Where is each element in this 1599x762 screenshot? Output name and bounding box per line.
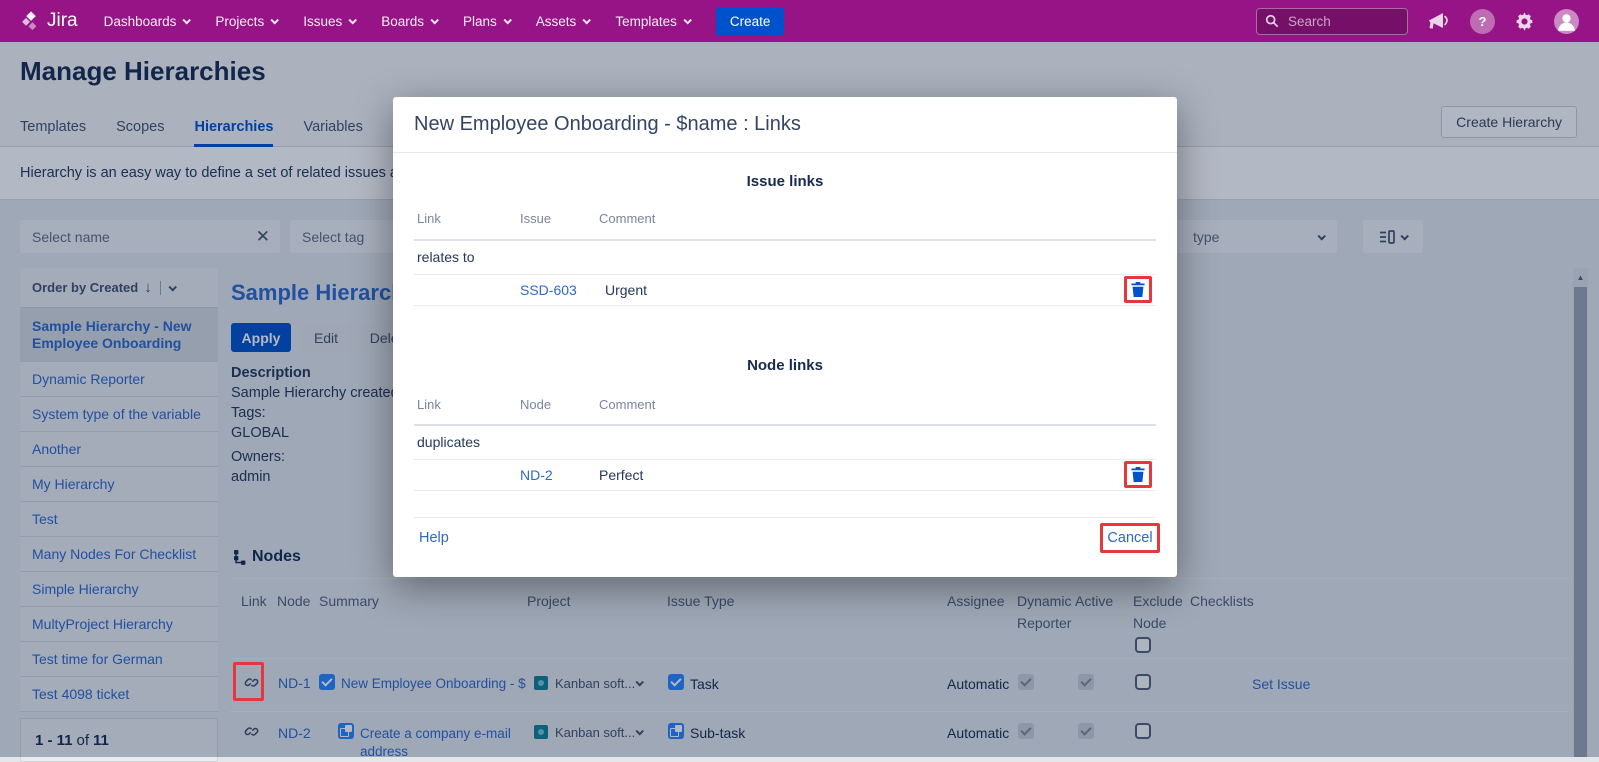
chevron-down-icon bbox=[503, 16, 511, 24]
nav-menu-issues[interactable]: Issues bbox=[303, 14, 355, 29]
top-navbar: Jira Dashboards Projects Issues Boards P… bbox=[0, 0, 1599, 42]
nav-menu-label: Issues bbox=[303, 14, 342, 29]
nav-menu-label: Projects bbox=[215, 14, 264, 29]
nav-menu-label: Boards bbox=[381, 14, 424, 29]
search-icon bbox=[1265, 14, 1279, 28]
delete-node-link-button[interactable] bbox=[1124, 461, 1152, 488]
cancel-link[interactable]: Cancel bbox=[1107, 530, 1152, 546]
jira-logo[interactable]: Jira bbox=[20, 10, 78, 32]
chevron-down-icon bbox=[583, 16, 591, 24]
chevron-down-icon bbox=[349, 16, 357, 24]
issue-comment: Urgent bbox=[605, 282, 647, 298]
col-header-issue: Issue bbox=[520, 211, 551, 226]
jira-logo-label: Jira bbox=[47, 10, 78, 32]
annotation-box-link-icon bbox=[233, 662, 264, 701]
col-header-link: Link bbox=[417, 397, 441, 412]
help-question-glyph: ? bbox=[1479, 14, 1487, 29]
nav-menu-label: Templates bbox=[615, 14, 677, 29]
nav-menu-label: Plans bbox=[463, 14, 497, 29]
col-header-node: Node bbox=[520, 397, 551, 412]
issue-key-link[interactable]: SSD-603 bbox=[520, 282, 577, 298]
settings-gear-icon[interactable] bbox=[1514, 11, 1535, 32]
node-key-link[interactable]: ND-2 bbox=[520, 467, 553, 483]
chevron-down-icon bbox=[271, 16, 279, 24]
annotation-box-cancel: Cancel bbox=[1100, 523, 1160, 553]
node-links-title: Node links bbox=[393, 357, 1177, 374]
announcements-icon[interactable] bbox=[1427, 11, 1451, 32]
divider bbox=[414, 274, 1156, 275]
user-avatar[interactable] bbox=[1554, 9, 1579, 34]
nav-menu-dashboards[interactable]: Dashboards bbox=[104, 14, 190, 29]
chevron-down-icon bbox=[183, 16, 191, 24]
link-type: relates to bbox=[417, 249, 475, 265]
trash-icon bbox=[1131, 282, 1145, 297]
node-comment: Perfect bbox=[599, 467, 643, 483]
nav-menu-boards[interactable]: Boards bbox=[381, 14, 437, 29]
divider bbox=[414, 459, 1156, 460]
links-dialog: New Employee Onboarding - $name : Links … bbox=[393, 97, 1177, 577]
jira-logo-icon bbox=[20, 10, 42, 32]
nav-menu-label: Dashboards bbox=[104, 14, 177, 29]
nav-menu-plans[interactable]: Plans bbox=[463, 14, 510, 29]
col-header-link: Link bbox=[417, 211, 441, 226]
nav-menu-templates[interactable]: Templates bbox=[615, 14, 690, 29]
chevron-down-icon bbox=[683, 16, 691, 24]
issue-links-title: Issue links bbox=[393, 173, 1177, 190]
search-input[interactable] bbox=[1286, 13, 1396, 30]
help-link[interactable]: Help bbox=[419, 530, 449, 546]
nav-menu-projects[interactable]: Projects bbox=[215, 14, 277, 29]
col-header-comment: Comment bbox=[599, 211, 655, 226]
col-header-comment: Comment bbox=[599, 397, 655, 412]
dialog-title: New Employee Onboarding - $name : Links bbox=[414, 113, 801, 136]
divider bbox=[414, 424, 1156, 426]
nav-menu-assets[interactable]: Assets bbox=[536, 14, 590, 29]
create-button[interactable]: Create bbox=[716, 7, 785, 36]
divider bbox=[414, 239, 1156, 241]
divider bbox=[414, 490, 1156, 491]
trash-icon bbox=[1131, 467, 1145, 482]
divider bbox=[414, 305, 1156, 306]
divider bbox=[414, 517, 1156, 518]
nav-menu-label: Assets bbox=[536, 14, 577, 29]
global-search[interactable] bbox=[1256, 8, 1408, 35]
help-icon[interactable]: ? bbox=[1470, 9, 1495, 34]
chevron-down-icon bbox=[430, 16, 438, 24]
link-type: duplicates bbox=[417, 434, 480, 450]
delete-issue-link-button[interactable] bbox=[1124, 276, 1152, 303]
divider bbox=[393, 152, 1177, 153]
